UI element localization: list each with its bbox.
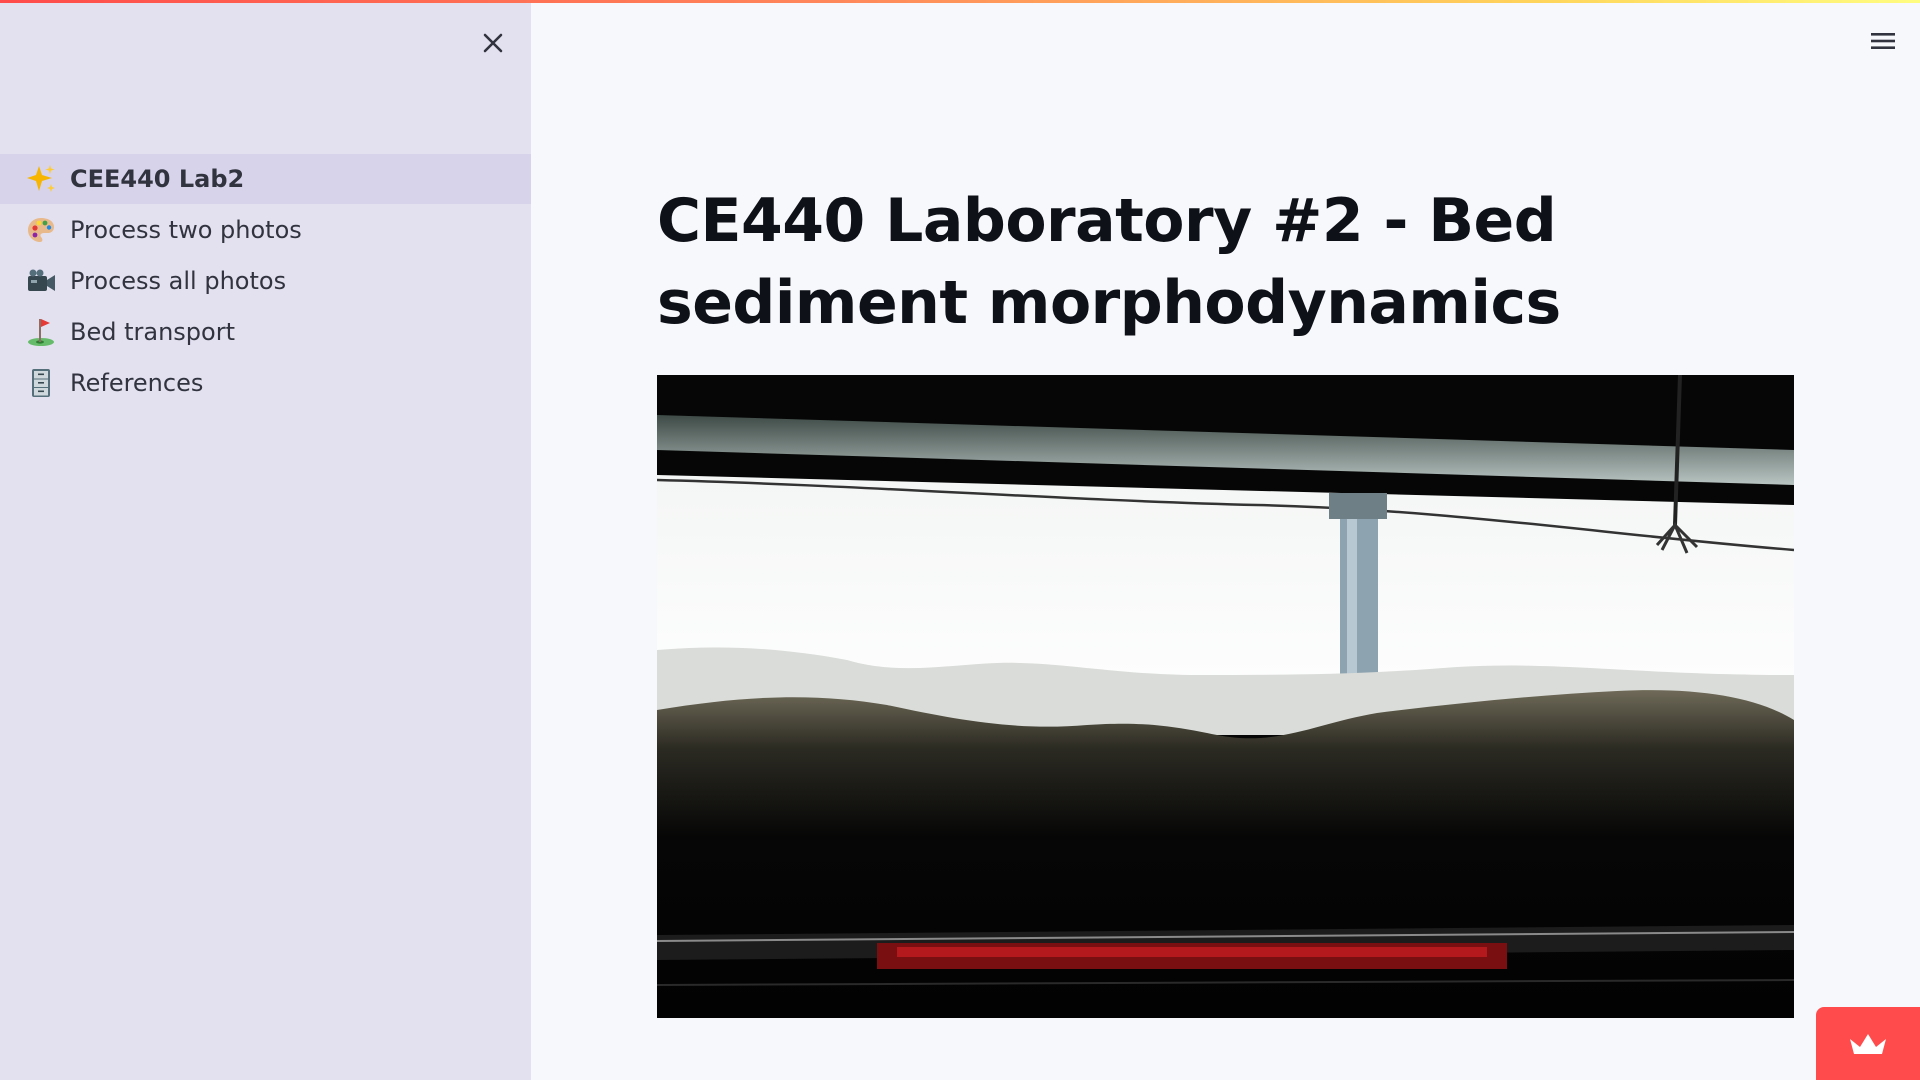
sidebar-item-process-two-photos[interactable]: Process two photos bbox=[0, 205, 531, 255]
streamlit-badge[interactable] bbox=[1816, 1007, 1920, 1080]
sparkles-icon bbox=[24, 162, 58, 196]
hamburger-menu-icon bbox=[1871, 33, 1895, 49]
video-camera-icon bbox=[24, 264, 58, 298]
sidebar-item-label: Process all photos bbox=[70, 267, 287, 295]
sidebar-item-label: CEE440 Lab2 bbox=[70, 165, 245, 193]
file-cabinet-icon bbox=[24, 366, 58, 400]
sidebar-item-label: Process two photos bbox=[70, 216, 302, 244]
main-menu-button[interactable] bbox=[1866, 24, 1900, 58]
palette-icon bbox=[24, 213, 58, 247]
top-decoration-bar bbox=[0, 0, 1920, 3]
sidebar-item-label: Bed transport bbox=[70, 318, 235, 346]
sidebar-item-process-all-photos[interactable]: Process all photos bbox=[0, 256, 531, 306]
sidebar-item-references[interactable]: References bbox=[0, 358, 531, 408]
golf-flag-icon bbox=[24, 315, 58, 349]
sidebar-item-cee440-lab2[interactable]: CEE440 Lab2 bbox=[0, 154, 531, 204]
sidebar-item-label: References bbox=[70, 369, 204, 397]
sidebar: CEE440 Lab2 Process two photos Process a… bbox=[0, 0, 531, 1080]
flume-photo bbox=[657, 375, 1794, 1018]
close-icon bbox=[483, 33, 503, 53]
main-content: CE440 Laboratory #2 - Bed sediment morph… bbox=[657, 180, 1795, 344]
flume-photo-graphic bbox=[657, 375, 1794, 1018]
close-sidebar-button[interactable] bbox=[476, 26, 510, 60]
crown-icon bbox=[1850, 1033, 1886, 1054]
page-title: CE440 Laboratory #2 - Bed sediment morph… bbox=[657, 186, 1561, 338]
sidebar-item-bed-transport[interactable]: Bed transport bbox=[0, 307, 531, 357]
sidebar-nav: CEE440 Lab2 Process two photos Process a… bbox=[0, 154, 531, 408]
